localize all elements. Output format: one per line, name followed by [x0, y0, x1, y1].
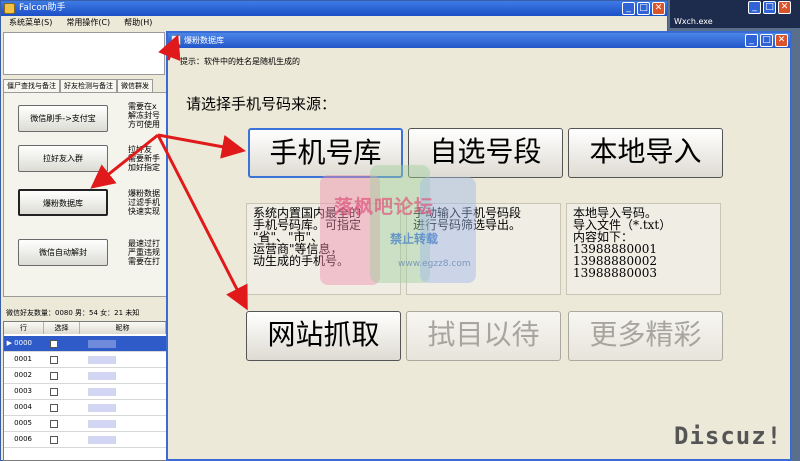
- row-nickname-blurred: [88, 356, 116, 364]
- random-name-hint: 提示：软件中的姓名是随机生成的: [180, 57, 300, 66]
- dialog-title: 爆粉数据库: [184, 36, 224, 45]
- menu-system[interactable]: 系统菜单(S): [9, 16, 52, 30]
- grid-header: 行 选择 昵称: [4, 322, 166, 334]
- main-window-titlebar[interactable]: Falcon助手 _ □ ✕: [1, 1, 667, 16]
- main-window-title: Falcon助手: [19, 3, 66, 13]
- row-nickname-blurred: [88, 372, 116, 380]
- tab-strip: 僵尸查找与备注 好友检测与备注 微信群发: [3, 79, 165, 92]
- table-row[interactable]: 0004: [4, 400, 166, 416]
- info-area: [3, 32, 165, 75]
- second-maximize-button[interactable]: □: [763, 1, 776, 14]
- second-window-controls: _ □ ✕: [748, 1, 791, 14]
- friend-grid[interactable]: 行 选择 昵称 ▶ 0000 0001 0002 0003 0004 0005 0006: [3, 321, 167, 461]
- local-import-desc: 本地导入号码。 导入文件（*.txt） 内容如下： 13988880001 13…: [566, 203, 721, 295]
- close-button[interactable]: ✕: [652, 2, 665, 15]
- watermark-no-repost: 禁止转载: [390, 232, 439, 246]
- screen: Falcon助手 _ □ ✕ 系统菜单(S) 常用操作(C) 帮助(H) 僵尸查…: [0, 0, 800, 461]
- table-row[interactable]: 0005: [4, 416, 166, 432]
- tab-friend-check[interactable]: 好友检测与备注: [60, 79, 117, 92]
- row-nickname-blurred: [88, 404, 116, 412]
- second-minimize-button[interactable]: _: [748, 1, 761, 14]
- forum-watermark: [300, 165, 490, 293]
- local-import-button[interactable]: 本地导入: [568, 128, 723, 178]
- discuz-logo: Discuz!: [674, 422, 783, 450]
- menu-help[interactable]: 帮助(H): [124, 16, 152, 30]
- row-number: 0004: [14, 403, 32, 411]
- row-checkbox[interactable]: [50, 340, 58, 348]
- row-number: 0006: [14, 435, 32, 443]
- dialog-titlebar[interactable]: 爆粉数据库 _ □ ✕: [168, 33, 790, 48]
- row-number: 0002: [14, 371, 32, 379]
- dialog-minimize-button[interactable]: _: [745, 34, 758, 47]
- col-select[interactable]: 选择: [44, 322, 80, 334]
- table-row[interactable]: 0002: [4, 368, 166, 384]
- tab-group-send[interactable]: 微信群发: [117, 79, 153, 92]
- alipay-desc: 需要在x 解冻封号 方可使用: [128, 102, 160, 129]
- row-checkbox[interactable]: [50, 388, 58, 396]
- table-row[interactable]: 0003: [4, 384, 166, 400]
- col-nickname[interactable]: 昵称: [80, 322, 166, 334]
- dialog-icon: [171, 35, 181, 45]
- fan-database-button[interactable]: 爆粉数据库: [18, 189, 108, 216]
- app-icon: [4, 3, 15, 14]
- row-checkbox[interactable]: [50, 404, 58, 412]
- source-heading: 请选择手机号码来源：: [186, 95, 337, 113]
- row-checkbox[interactable]: [50, 372, 58, 380]
- table-row[interactable]: ▶ 0000: [4, 336, 166, 352]
- tray-label: Wxch.exe: [674, 17, 713, 26]
- row-nickname-blurred: [88, 340, 116, 348]
- table-row[interactable]: 0006: [4, 432, 166, 448]
- tools-panel: 微信刷手->支付宝 需要在x 解冻封号 方可使用 拉好友入群 拉好友 需要新手 加好指定…: [3, 92, 167, 297]
- second-close-button[interactable]: ✕: [778, 1, 791, 14]
- coming-soon-button: 拭目以待: [406, 311, 561, 361]
- row-number: 0003: [14, 387, 32, 395]
- auto-unblock-desc: 最速过打 严重违规 需要在打: [128, 239, 160, 266]
- friend-stats: 微信好友数量：0080 男：54 女：21 未知: [6, 309, 140, 317]
- menu-common[interactable]: 常用操作(C): [66, 16, 110, 30]
- maximize-button[interactable]: □: [637, 2, 650, 15]
- menu-bar: 系统菜单(S) 常用操作(C) 帮助(H): [1, 16, 667, 30]
- alipay-button[interactable]: 微信刷手->支付宝: [18, 105, 108, 132]
- dialog-maximize-button[interactable]: □: [760, 34, 773, 47]
- tab-zombie[interactable]: 僵尸查找与备注: [3, 79, 60, 92]
- row-nickname-blurred: [88, 436, 116, 444]
- web-scrape-button[interactable]: 网站抓取: [246, 311, 401, 361]
- row-checkbox[interactable]: [50, 420, 58, 428]
- pull-into-group-button[interactable]: 拉好友入群: [18, 145, 108, 172]
- row-nickname-blurred: [88, 388, 116, 396]
- auto-unblock-button[interactable]: 微信自动解封: [18, 239, 108, 266]
- table-row[interactable]: 0001: [4, 352, 166, 368]
- fan-database-desc: 爆粉数据 过滤手机 快速实现: [128, 189, 160, 216]
- row-nickname-blurred: [88, 420, 116, 428]
- more-features-button: 更多精彩: [568, 311, 723, 361]
- row-checkbox[interactable]: [50, 356, 58, 364]
- col-row[interactable]: 行: [4, 322, 44, 334]
- dialog-close-button[interactable]: ✕: [775, 34, 788, 47]
- row-number: ▶ 0000: [6, 339, 32, 347]
- row-number: 0001: [14, 355, 32, 363]
- pull-group-desc: 拉好友 需要新手 加好指定: [128, 145, 160, 172]
- watermark-forum-name: 落枫吧论坛: [334, 196, 435, 218]
- watermark-url: www.egzz8.com: [398, 259, 471, 269]
- row-checkbox[interactable]: [50, 436, 58, 444]
- row-number: 0005: [14, 419, 32, 427]
- minimize-button[interactable]: _: [622, 2, 635, 15]
